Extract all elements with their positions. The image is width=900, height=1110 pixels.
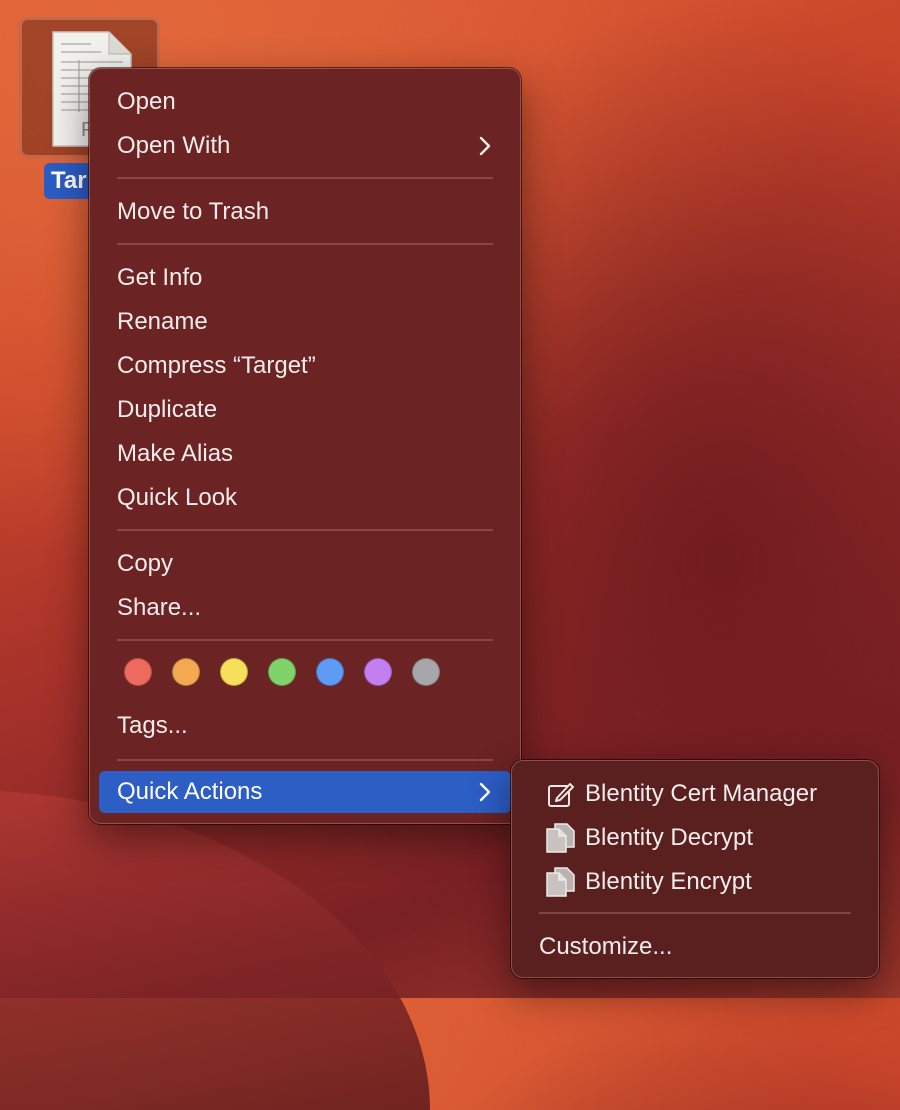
menu-item-label: Rename [117,308,208,335]
menu-item-label: Duplicate [117,396,218,423]
menu-item-copy[interactable]: Copy [99,543,511,585]
tag-purple-dot[interactable] [364,658,392,686]
submenu-item-customize[interactable]: Customize... [521,926,869,968]
menu-item-rename[interactable]: Rename [99,301,511,343]
menu-item-duplicate[interactable]: Duplicate [99,389,511,431]
context-menu: Open Open With Move to Trash Get Info Re… [89,68,521,824]
submenu-item-encrypt[interactable]: Blentity Encrypt [521,861,869,903]
menu-item-label: Quick Actions [117,778,263,805]
tag-yellow-dot[interactable] [220,658,248,686]
tag-orange-dot[interactable] [172,658,200,686]
menu-item-open-with[interactable]: Open With [99,125,511,167]
menu-item-label: Make Alias [117,440,234,467]
submenu-item-label: Blentity Cert Manager [585,780,818,807]
menu-separator [117,759,493,761]
menu-separator [117,639,493,641]
chevron-right-icon [475,125,495,167]
menu-item-quick-look[interactable]: Quick Look [99,477,511,519]
submenu-item-label: Blentity Decrypt [585,824,754,851]
submenu-item-cert-manager[interactable]: Blentity Cert Manager [521,773,869,815]
menu-item-label: Open [117,88,176,115]
menu-item-label: Open With [117,132,231,159]
chevron-right-icon [475,771,495,813]
edit-icon [548,783,574,807]
quick-actions-submenu: Blentity Cert Manager Blentity Decrypt B… [511,760,879,978]
tag-green-dot[interactable] [268,658,296,686]
menu-separator [117,243,493,245]
menu-item-label: Tags... [117,712,188,739]
menu-item-open[interactable]: Open [99,81,511,123]
document-icon [546,823,575,853]
menu-item-compress[interactable]: Compress “Target” [99,345,511,387]
menu-item-label: Share... [117,594,202,621]
menu-item-make-alias[interactable]: Make Alias [99,433,511,475]
wallpaper-dune [0,790,430,1110]
menu-item-tags[interactable]: Tags... [99,705,511,747]
submenu-item-label: Blentity Encrypt [585,868,752,895]
menu-item-label: Get Info [117,264,203,291]
tag-red-dot[interactable] [124,658,152,686]
tag-gray-dot[interactable] [412,658,440,686]
menu-item-label: Move to Trash [117,198,270,225]
menu-item-label: Quick Look [117,484,238,511]
menu-item-label: Copy [117,550,174,577]
menu-item-label: Compress “Target” [117,352,316,379]
menu-item-move-to-trash[interactable]: Move to Trash [99,191,511,233]
menu-separator [117,177,493,179]
menu-item-get-info[interactable]: Get Info [99,257,511,299]
submenu-item-decrypt[interactable]: Blentity Decrypt [521,817,869,859]
document-icon [546,867,575,897]
menu-separator [117,529,493,531]
menu-separator [539,912,851,914]
tag-blue-dot[interactable] [316,658,344,686]
menu-item-share[interactable]: Share... [99,587,511,629]
menu-item-quick-actions[interactable]: Quick Actions [99,771,511,813]
submenu-item-label: Customize... [539,933,673,960]
